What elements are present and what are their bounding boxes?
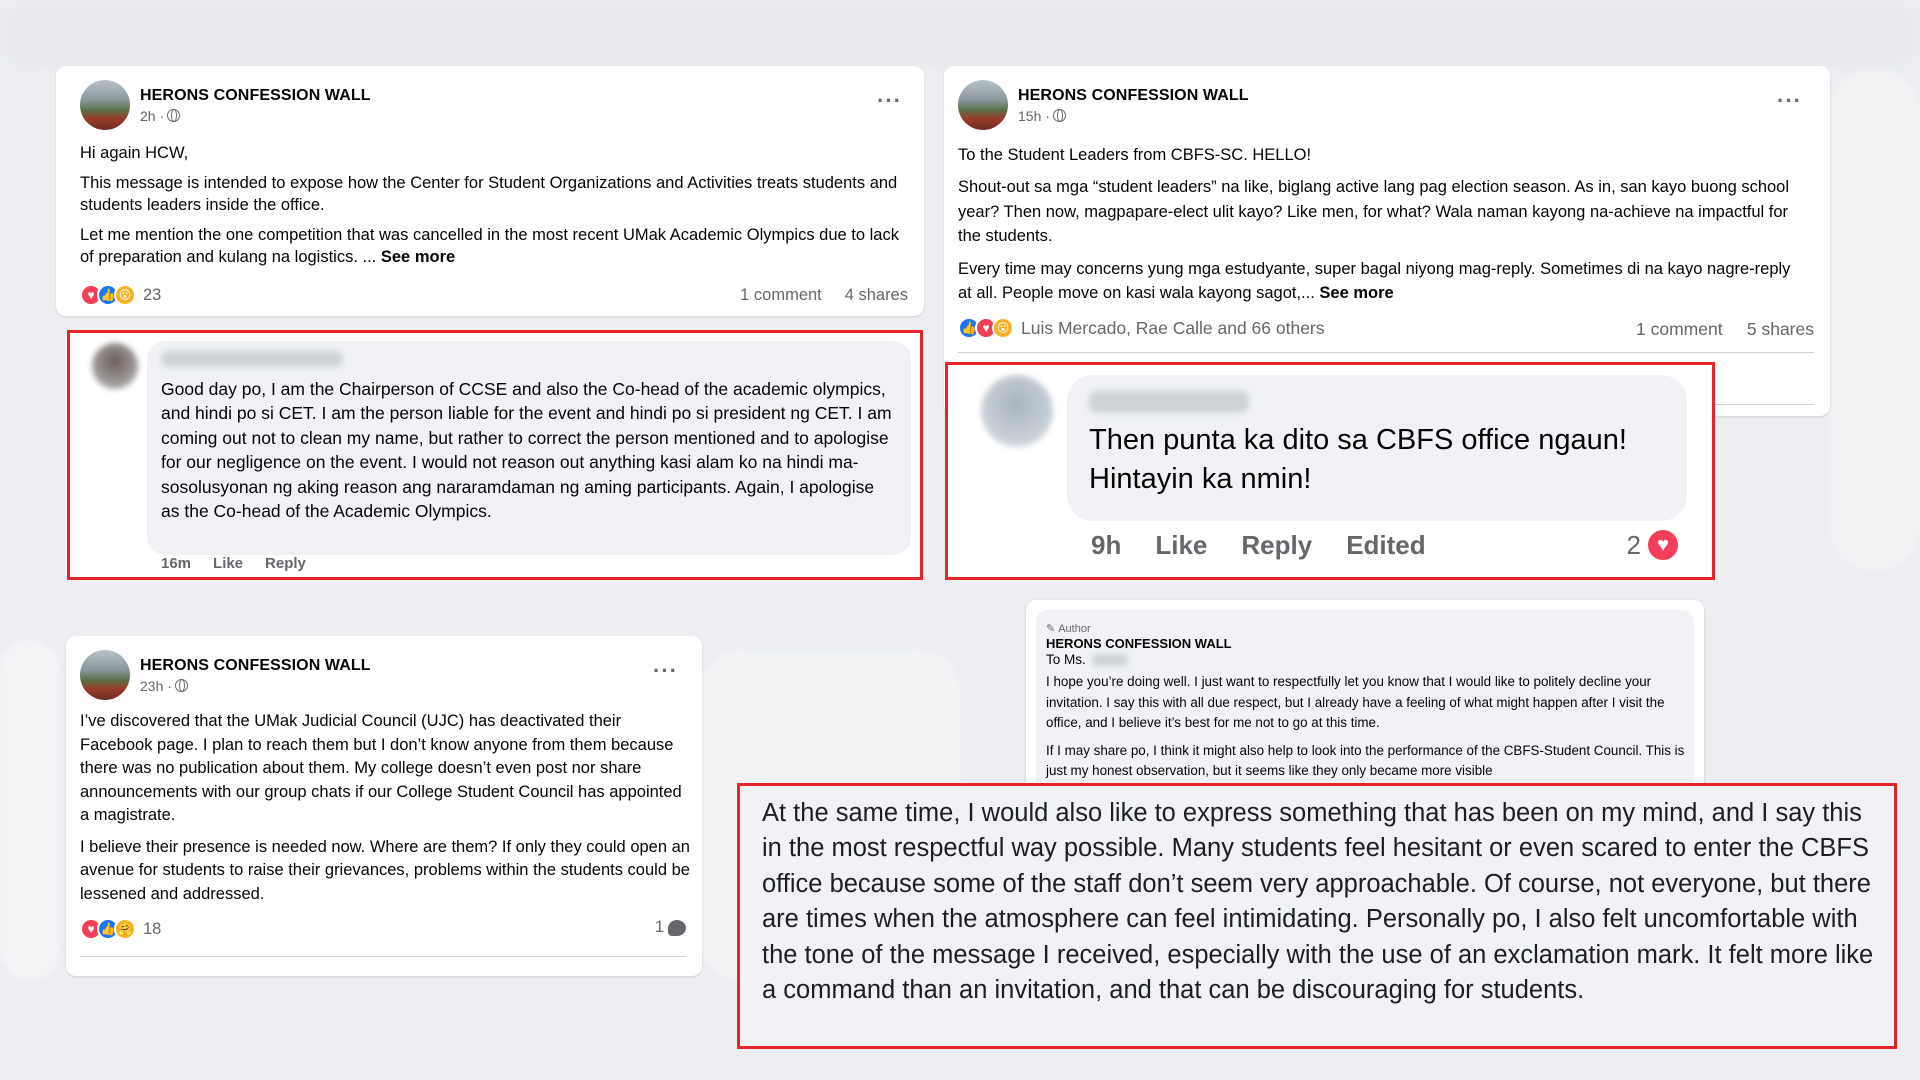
more-options-icon[interactable]: ··· — [653, 658, 678, 684]
author-reply-bubble: ✎ Author HERONS CONFESSION WALL To Ms. I… — [1036, 610, 1694, 790]
page-avatar[interactable] — [958, 80, 1008, 130]
author-name[interactable]: HERONS CONFESSION WALL — [1046, 636, 1232, 651]
post-paragraph: I believe their presence is needed now. … — [80, 837, 690, 903]
comment-text: Then punta ka dito sa CBFS office ngaun!… — [1089, 424, 1627, 495]
comment-actions: 9h Like Reply Edited — [1091, 530, 1426, 561]
commenter-avatar[interactable] — [92, 343, 138, 389]
comment-reply-button[interactable]: Reply — [265, 555, 306, 572]
post-stats[interactable]: 1 — [655, 918, 686, 937]
author-paragraph: If I may share po, I think it might also… — [1046, 742, 1685, 779]
comment-like-button[interactable]: Like — [1155, 530, 1207, 561]
comment-edited-label: Edited — [1346, 530, 1426, 560]
page-name[interactable]: HERONS CONFESSION WALL — [1018, 87, 1249, 105]
recipient-name-blurred — [1091, 653, 1128, 666]
comments-count-link[interactable]: 1 comment — [1636, 319, 1723, 339]
post-time-label: 2h · — [140, 107, 165, 124]
more-options-icon[interactable]: ··· — [1777, 88, 1802, 114]
care-reaction-icon: 🤗 — [114, 918, 136, 940]
wow-reaction-icon: 😮 — [992, 317, 1014, 339]
post-header: HERONS CONFESSION WALL 2h · — [80, 80, 371, 130]
post-stats: 1 comment 5 shares — [1636, 319, 1814, 340]
reactors-summary: Luis Mercado, Rae Calle and 66 others — [1021, 317, 1325, 338]
author-salutation: To Ms. — [1046, 652, 1128, 667]
post-time-label: 23h · — [140, 677, 172, 694]
reactions-summary[interactable]: 👍 ♥ 😮 Luis Mercado, Rae Calle and 66 oth… — [958, 317, 1325, 339]
background-blur — [0, 640, 60, 980]
comment-bubble: Good day po, I am the Chairperson of CCS… — [147, 341, 911, 555]
author-badge: ✎ Author — [1046, 622, 1091, 636]
globe-icon — [174, 679, 188, 692]
comment-count: 1 — [654, 918, 664, 936]
post-time[interactable]: 15h · — [1018, 108, 1249, 124]
reaction-count: 23 — [143, 285, 162, 304]
post-paragraph: This message is intended to expose how t… — [80, 174, 898, 214]
author-text: I hope you’re doing well. I just want to… — [1046, 672, 1686, 782]
see-more-link[interactable]: See more — [1319, 284, 1393, 302]
post-time[interactable]: 2h · — [140, 108, 371, 124]
highlighted-comment-1: Good day po, I am the Chairperson of CCS… — [67, 330, 923, 580]
post-paragraph: Let me mention the one competition that … — [80, 226, 899, 266]
more-options-icon[interactable]: ··· — [877, 88, 902, 114]
post-time-label: 15h · — [1018, 107, 1050, 124]
page-avatar[interactable] — [80, 80, 130, 130]
divider — [958, 352, 1814, 353]
post-paragraph: To the Student Leaders from CBFS-SC. HEL… — [958, 146, 1312, 164]
post-paragraph: Shout-out sa mga “student leaders” na li… — [958, 178, 1790, 246]
pencil-icon: ✎ — [1046, 623, 1056, 635]
post-body: Hi again HCW, This message is intended t… — [80, 142, 910, 276]
post-header: HERONS CONFESSION WALL 15h · — [958, 80, 1249, 130]
divider — [80, 956, 686, 957]
post-body: I’ve discovered that the UMak Judicial C… — [80, 710, 692, 914]
post-paragraph: Every time may concerns yung mga estudya… — [958, 259, 1791, 303]
post-time[interactable]: 23h · — [140, 678, 371, 694]
post-paragraph: Hi again HCW, — [80, 144, 189, 162]
see-more-link[interactable]: See more — [381, 248, 455, 266]
shares-count-link[interactable]: 5 shares — [1747, 319, 1814, 339]
page-avatar[interactable] — [80, 650, 130, 700]
comment-like-button[interactable]: Like — [213, 555, 243, 572]
comments-count-link[interactable]: 1 comment — [740, 286, 822, 304]
background-strip — [0, 0, 1920, 70]
comment-time[interactable]: 16m — [161, 555, 191, 572]
post-stats: 1 comment 4 shares — [740, 286, 908, 305]
reaction-count: 18 — [143, 919, 162, 938]
post-header: HERONS CONFESSION WALL 23h · — [80, 650, 371, 700]
comment-reaction-count[interactable]: 2 ♥ — [1627, 527, 1681, 563]
commenter-name-blurred[interactable] — [161, 351, 343, 367]
page-name[interactable]: HERONS CONFESSION WALL — [140, 657, 371, 675]
wow-reaction-icon: 😮 — [114, 284, 136, 306]
highlighted-author-excerpt: At the same time, I would also like to e… — [737, 783, 1897, 1049]
globe-icon — [1052, 109, 1066, 122]
post-paragraph: I’ve discovered that the UMak Judicial C… — [80, 712, 682, 824]
author-reply-card: ✎ Author HERONS CONFESSION WALL To Ms. I… — [1026, 600, 1704, 790]
post-card-1: HERONS CONFESSION WALL 2h · ··· Hi again… — [56, 66, 924, 316]
post-card-3: HERONS CONFESSION WALL 23h · ··· I’ve di… — [66, 636, 702, 976]
comment-bubble: Then punta ka dito sa CBFS office ngaun!… — [1067, 375, 1687, 521]
post-body: To the Student Leaders from CBFS-SC. HEL… — [958, 143, 1808, 313]
page-name[interactable]: HERONS CONFESSION WALL — [140, 87, 371, 105]
commenter-name-blurred[interactable] — [1089, 391, 1249, 413]
author-excerpt-text: At the same time, I would also like to e… — [762, 799, 1874, 1005]
comment-icon — [668, 919, 686, 936]
shares-count-link[interactable]: 4 shares — [845, 286, 908, 304]
reactions-summary[interactable]: ♥ 👍 😮 23 — [80, 284, 161, 306]
commenter-avatar[interactable] — [981, 375, 1053, 447]
author-paragraph: I hope you’re doing well. I just want to… — [1046, 674, 1665, 730]
comment-text: Good day po, I am the Chairperson of CCS… — [161, 379, 892, 522]
background-blur — [1830, 70, 1920, 570]
love-reaction-icon: ♥ — [1645, 527, 1681, 563]
comment-time[interactable]: 9h — [1091, 530, 1121, 561]
globe-icon — [167, 109, 181, 122]
reactions-summary[interactable]: ♥ 👍 🤗 18 — [80, 918, 161, 940]
comment-reply-button[interactable]: Reply — [1241, 530, 1312, 561]
highlighted-comment-2: Then punta ka dito sa CBFS office ngaun!… — [945, 362, 1715, 580]
comment-actions: 16m Like Reply — [161, 555, 306, 572]
